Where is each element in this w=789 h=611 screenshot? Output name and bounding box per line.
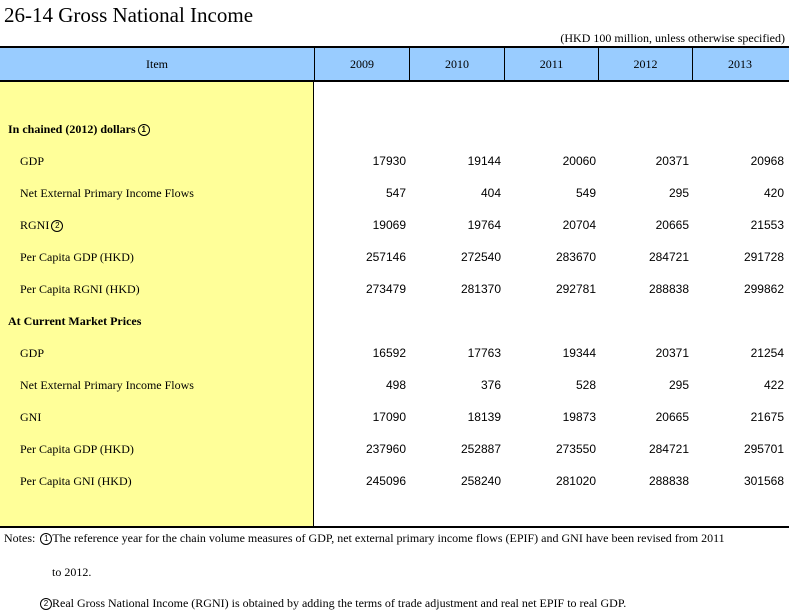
cell-2011: 273550 [555,442,596,456]
section-heading-text: In chained (2012) dollars [8,122,136,136]
cell-2011: 528 [575,378,596,392]
cell-2009: 257146 [365,250,406,264]
note-marker-icon: 2 [51,220,64,232]
note-1: Notes: 1 The reference year for the chain… [4,531,725,546]
table-row: Per Capita RGNI (HKD) 273479 281370 2927… [0,273,789,305]
note-2-text: Real Gross National Income (RGNI) is obt… [52,596,627,610]
table-row: Per Capita GNI (HKD) 245096 258240 28102… [0,465,789,497]
cell-2011: 283670 [555,250,596,264]
gni-table: Item 2009 2010 2011 2012 2013 In chained… [0,46,789,528]
cell-2009: 498 [385,378,406,392]
table-row: GDP 17930 19144 20060 20371 20968 [0,145,789,177]
cell-2012: 20371 [655,346,689,360]
cell-2010: 17763 [467,346,501,360]
note-1-continuation: to 2012. [52,565,92,579]
cell-2010: 272540 [460,250,501,264]
note-1-text: The reference year for the chain volume … [52,531,725,545]
cell-2012: 288838 [648,282,689,296]
cell-2013: 295701 [743,442,784,456]
note-marker-icon: 1 [137,124,150,136]
cell-2012: 284721 [648,250,689,264]
cell-2013: 21675 [750,410,784,424]
header-year-2010: 2010 [445,57,469,71]
cell-2013: 301568 [743,474,784,488]
notes-prefix: Notes: [4,531,36,545]
cell-2013: 21254 [750,346,784,360]
cell-2013: 422 [763,378,784,392]
cell-2010: 19144 [467,154,501,168]
cell-2009: 17930 [372,154,406,168]
note-marker-icon: 2 [40,598,52,610]
page-title: 26-14 Gross National Income [4,3,254,27]
table-row: GDP 16592 17763 19344 20371 21254 [0,337,789,369]
cell-2012: 295 [668,186,689,200]
cell-2013: 420 [763,186,784,200]
cell-2009: 16592 [372,346,406,360]
cell-2013: 21553 [750,218,784,232]
cell-2012: 295 [668,378,689,392]
header-year-2009: 2009 [350,57,374,71]
table-row: GNI 17090 18139 19873 20665 21675 [0,401,789,433]
cell-2011: 19873 [562,410,596,424]
cell-2013: 20968 [750,154,784,168]
cell-2012: 20665 [655,410,689,424]
header-year-2011: 2011 [539,57,564,71]
row-label: Per Capita GNI (HKD) [20,474,132,488]
cell-2012: 288838 [648,474,689,488]
cell-2011: 20060 [562,154,596,168]
cell-2011: 281020 [555,474,596,488]
cell-2009: 547 [385,186,406,200]
header-year-2013: 2013 [728,57,752,71]
section-heading-row: In chained (2012) dollars 1 [0,113,789,145]
header-year-2012: 2012 [633,57,658,71]
cell-2010: 404 [480,186,501,200]
cell-2013: 299862 [743,282,784,296]
section-heading: At Current Market Prices [8,314,142,328]
table-row: Per Capita GDP (HKD) 257146 272540 28367… [0,241,789,273]
row-label: Per Capita RGNI (HKD) [20,282,140,296]
cell-2009: 237960 [365,442,406,456]
note-marker-icon: 1 [40,533,53,545]
table-row: Net External Primary Income Flows 547 40… [0,177,789,209]
cell-2010: 252887 [460,442,501,456]
row-label: GNI [20,410,42,424]
row-label: Per Capita GDP (HKD) [20,250,134,264]
table-bottom-border [0,526,789,528]
note-2: 2 Real Gross National Income (RGNI) is ob… [38,596,626,611]
header-item: Item [146,57,168,71]
row-label: Per Capita GDP (HKD) [20,442,134,456]
cell-2011: 19344 [562,346,596,360]
cell-2009: 245096 [365,474,406,488]
cell-2011: 549 [575,186,596,200]
row-label: GDP [20,154,45,168]
cell-2012: 284721 [648,442,689,456]
row-label: RGNI 2 [20,209,64,241]
cell-2013: 291728 [743,250,784,264]
row-label: Net External Primary Income Flows [20,378,194,392]
cell-2010: 376 [480,378,501,392]
row-label: GDP [20,346,45,360]
unit-note: (HKD 100 million, unless otherwise speci… [560,31,785,45]
cell-2012: 20665 [655,218,689,232]
row-label-text: RGNI [20,218,50,232]
cell-2009: 273479 [365,282,406,296]
table-row: RGNI 2 19069 19764 20704 20665 21553 [0,209,789,241]
cell-2009: 17090 [372,410,406,424]
cell-2010: 258240 [460,474,501,488]
cell-2010: 281370 [460,282,501,296]
cell-2011: 20704 [562,218,596,232]
section-heading-row: At Current Market Prices [0,305,789,337]
table-row: Per Capita GDP (HKD) 237960 252887 27355… [0,433,789,465]
table-row: Net External Primary Income Flows 498 37… [0,369,789,401]
cell-2012: 20371 [655,154,689,168]
cell-2010: 18139 [467,410,501,424]
table-header: Item 2009 2010 2011 2012 2013 [0,46,789,82]
row-label: Net External Primary Income Flows [20,186,194,200]
cell-2010: 19764 [467,218,501,232]
section-heading: In chained (2012) dollars 1 [8,113,150,145]
cell-2009: 19069 [372,218,406,232]
cell-2011: 292781 [555,282,596,296]
